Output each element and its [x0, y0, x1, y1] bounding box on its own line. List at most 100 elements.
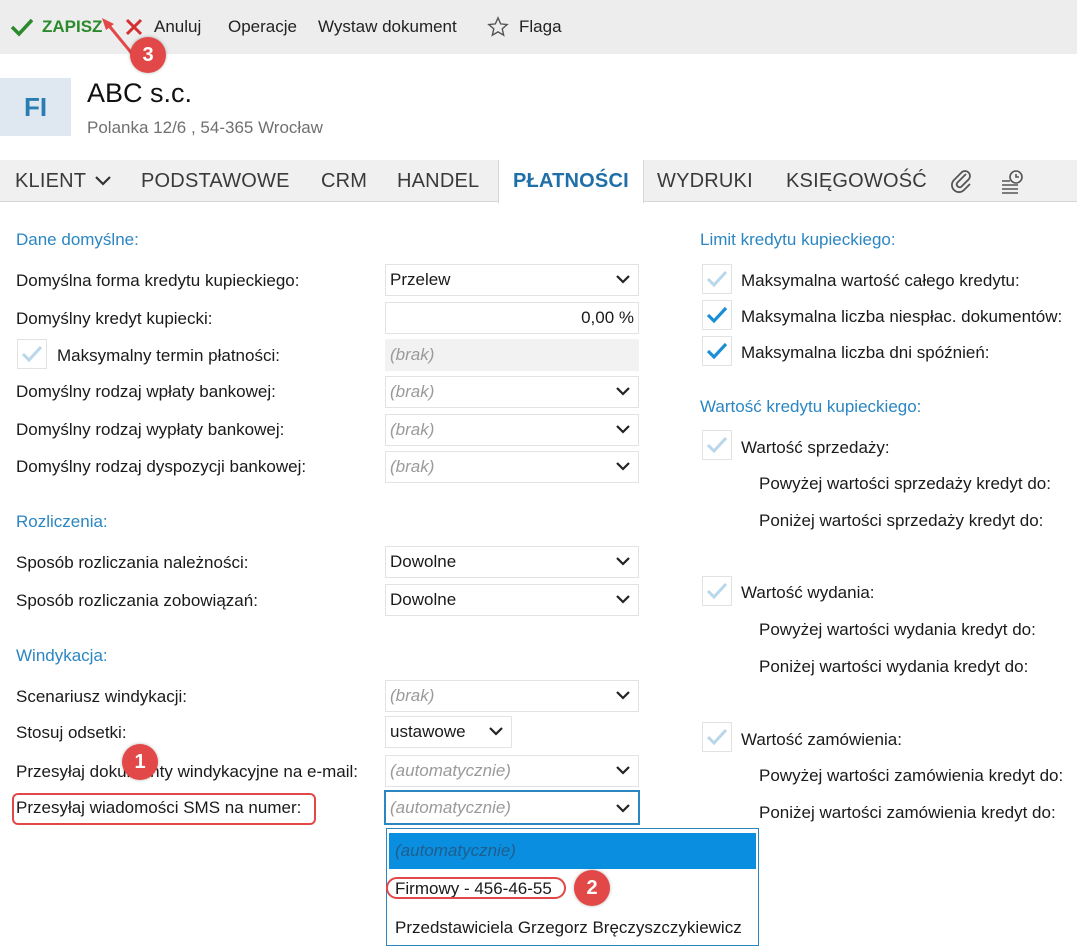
- tab-label: WYDRUKI: [657, 169, 753, 192]
- sms-select[interactable]: (automatycznie): [384, 790, 640, 825]
- payout-value: (brak): [390, 420, 435, 439]
- disposition-label: Domyślny rodzaj dyspozycji bankowej:: [16, 457, 307, 476]
- chevron-down-icon: [95, 176, 112, 186]
- defaults-section-title: Dane domyślne:: [16, 230, 139, 249]
- receivables-select[interactable]: Dowolne: [385, 546, 639, 578]
- email-select[interactable]: (automatycznie): [385, 755, 639, 787]
- chevron-down-icon: [489, 727, 503, 736]
- order-value-checkbox[interactable]: [702, 722, 732, 752]
- order-above-label: Powyżej wartości zamówienia kredyt do:: [759, 766, 1064, 785]
- tab-podstawowe[interactable]: PODSTAWOWE: [141, 160, 290, 202]
- sms-label-highlight: [12, 793, 316, 825]
- dropdown-option[interactable]: Przedstawiciela Grzegorz Bręczyszczykiew…: [389, 910, 756, 946]
- chevron-down-icon: [616, 595, 630, 604]
- max-term-value: (brak): [390, 345, 435, 364]
- tab-ksiegowosc[interactable]: KSIĘGOWOŚĆ: [786, 160, 927, 202]
- tab-klient[interactable]: KLIENT: [15, 160, 112, 202]
- check-icon: [706, 342, 728, 360]
- credit-value: 0,00 %: [581, 308, 634, 327]
- liabilities-value: Dowolne: [390, 590, 457, 609]
- deposit-label: Domyślny rodzaj wpłaty bankowej:: [16, 382, 276, 401]
- issue-document-label: Wystaw dokument: [318, 17, 457, 36]
- chevron-down-icon: [616, 691, 630, 700]
- interest-value: ustawowe: [390, 722, 466, 741]
- check-icon: [10, 18, 34, 37]
- receivables-value: Dowolne: [390, 552, 457, 571]
- max-term-input: (brak): [385, 339, 639, 371]
- credit-form-label: Domyślna forma kredytu kupieckiego:: [16, 271, 300, 290]
- credit-limit-section-title: Limit kredytu kupieckiego:: [700, 230, 896, 249]
- deposit-select[interactable]: (brak): [385, 376, 639, 408]
- company-name: ABC s.c.: [87, 78, 193, 108]
- scenario-select[interactable]: (brak): [385, 680, 639, 712]
- order-below-label: Poniżej wartości zamówienia kredyt do:: [759, 803, 1056, 822]
- tab-label: PŁATNOŚCI: [513, 170, 629, 192]
- company-address: Polanka 12/6 , 54-365 Wrocław: [87, 118, 323, 137]
- interest-label: Stosuj odsetki:: [16, 723, 127, 742]
- paperclip-icon[interactable]: [950, 168, 974, 194]
- save-label: ZAPISZ: [42, 17, 103, 36]
- star-icon: [487, 16, 509, 37]
- collection-section-title: Windykacja:: [16, 646, 108, 665]
- interest-select[interactable]: ustawowe: [385, 716, 512, 748]
- tab-label: KLIENT: [15, 169, 87, 192]
- operations-label: Operacje: [228, 17, 297, 36]
- credit-form-value: Przelew: [390, 270, 451, 289]
- sales-value-checkbox[interactable]: [702, 430, 732, 460]
- liabilities-select[interactable]: Dowolne: [385, 584, 639, 616]
- chevron-down-icon: [616, 462, 630, 471]
- sales-value-label: Wartość sprzedaży:: [741, 438, 890, 457]
- scenario-value: (brak): [390, 686, 435, 705]
- issue-above-label: Powyżej wartości wydania kredyt do:: [759, 620, 1036, 639]
- tab-bar: KLIENT PODSTAWOWE CRM HANDEL PŁATNOŚCI W…: [0, 160, 1077, 203]
- cancel-label: Anuluj: [154, 17, 202, 36]
- dropdown-option[interactable]: (automatycznie): [389, 833, 756, 869]
- tab-wydruki[interactable]: WYDRUKI: [657, 160, 753, 202]
- sales-above-label: Powyżej wartości sprzedaży kredyt do:: [759, 474, 1051, 493]
- flag-label: Flaga: [519, 17, 562, 36]
- max-unpaid-docs-checkbox[interactable]: [702, 300, 732, 330]
- max-delay-days-checkbox[interactable]: [702, 336, 732, 366]
- credit-label: Domyślny kredyt kupiecki:: [16, 309, 213, 328]
- chevron-down-icon: [616, 387, 630, 396]
- max-term-checkbox[interactable]: [17, 339, 47, 369]
- credit-input[interactable]: 0,00 %: [385, 302, 639, 334]
- tab-label: CRM: [321, 169, 368, 192]
- option-highlight: [386, 877, 566, 899]
- issue-value-label: Wartość wydania:: [741, 583, 875, 602]
- max-credit-value-label: Maksymalna wartość całego kredytu:: [741, 271, 1020, 290]
- annotation-badge-1: 1: [122, 744, 158, 780]
- order-value-label: Wartość zamówienia:: [741, 730, 902, 749]
- tab-label: KSIĘGOWOŚĆ: [786, 169, 927, 192]
- scenario-label: Scenariusz windykacji:: [16, 687, 188, 706]
- history-icon[interactable]: [1000, 168, 1028, 194]
- flag-button[interactable]: Flaga: [487, 14, 562, 40]
- email-value: (automatycznie): [390, 761, 511, 780]
- max-unpaid-docs-label: Maksymalna liczba niespłac. dokumentów:: [741, 307, 1063, 326]
- issue-document-button[interactable]: Wystaw dokument: [318, 14, 457, 40]
- tab-handel[interactable]: HANDEL: [397, 160, 479, 202]
- tab-label: PODSTAWOWE: [141, 169, 290, 192]
- check-icon: [706, 306, 728, 324]
- payout-select[interactable]: (brak): [385, 414, 639, 446]
- credit-form-select[interactable]: Przelew: [385, 264, 639, 296]
- issue-value-checkbox[interactable]: [702, 576, 732, 606]
- chevron-down-icon: [616, 557, 630, 566]
- chevron-down-icon: [616, 275, 630, 284]
- payout-label: Domyślny rodzaj wypłaty bankowej:: [16, 420, 285, 439]
- disposition-select[interactable]: (brak): [385, 451, 639, 483]
- deposit-value: (brak): [390, 382, 435, 401]
- check-icon: [706, 582, 728, 600]
- max-credit-value-checkbox[interactable]: [702, 264, 732, 294]
- check-icon: [706, 436, 728, 454]
- save-button[interactable]: ZAPISZ: [10, 14, 102, 40]
- operations-menu[interactable]: Operacje: [228, 14, 297, 40]
- check-icon: [706, 728, 728, 746]
- tab-label: HANDEL: [397, 169, 480, 192]
- annotation-badge-2: 2: [574, 870, 610, 906]
- check-icon: [706, 270, 728, 288]
- tab-crm[interactable]: CRM: [321, 160, 367, 202]
- tab-platnosci[interactable]: PŁATNOŚCI: [498, 160, 644, 203]
- email-label: Przesyłaj dokumenty windykacyjne na e-ma…: [16, 762, 359, 781]
- receivables-label: Sposób rozliczania należności:: [16, 553, 249, 572]
